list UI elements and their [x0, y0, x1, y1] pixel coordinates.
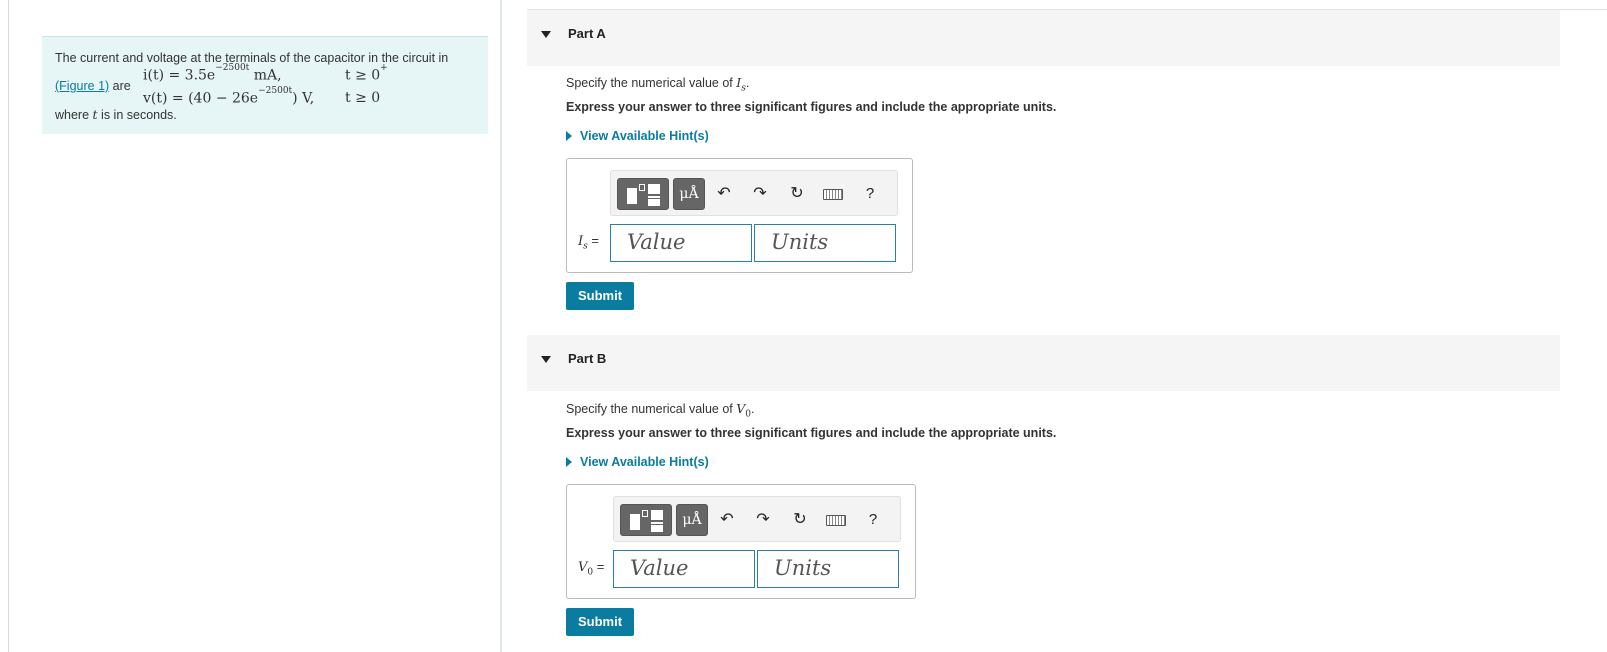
reset-icon[interactable]: ↻: [786, 183, 808, 205]
math-toolbar: μÅ ↶ ↷ ↻ ?: [613, 496, 901, 542]
units-symbols-button[interactable]: μÅ: [673, 178, 705, 210]
pane-divider: [500, 0, 502, 652]
undo-icon[interactable]: ↶: [713, 183, 735, 205]
part-a-value-input[interactable]: Value: [610, 224, 752, 262]
collapse-triangle-icon[interactable]: [541, 356, 551, 363]
part-b-specify: Specify the numerical value of V0.: [566, 401, 755, 420]
part-a-specify: Specify the numerical value of Is.: [566, 75, 750, 94]
part-b-answer-box: μÅ ↶ ↷ ↻ ? V0 = Value Units: [566, 484, 916, 599]
units-symbols-button[interactable]: μÅ: [676, 504, 708, 536]
part-a-hint-toggle[interactable]: View Available Hint(s): [566, 129, 709, 143]
problem-outro: where t is in seconds.: [55, 107, 177, 122]
current-condition: t ≥ 0+: [345, 63, 388, 84]
keyboard-icon[interactable]: [824, 509, 848, 531]
undo-icon[interactable]: ↶: [716, 509, 738, 531]
part-a-header[interactable]: Part A: [527, 10, 1560, 66]
part-b-instructions: Express your answer to three significant…: [566, 426, 1057, 440]
problem-figure-line: (Figure 1) are: [55, 79, 131, 93]
part-b-header[interactable]: Part B: [527, 335, 1560, 391]
figure-link[interactable]: (Figure 1): [55, 79, 109, 93]
part-b-submit-button[interactable]: Submit: [566, 608, 634, 636]
part-b-units-input[interactable]: Units: [757, 550, 899, 588]
part-a-answer-label: Is =: [578, 233, 599, 252]
part-b-hint-toggle[interactable]: View Available Hint(s): [566, 455, 709, 469]
keyboard-icon[interactable]: [821, 183, 845, 205]
redo-icon[interactable]: ↷: [749, 183, 771, 205]
part-b-title: Part B: [568, 351, 607, 366]
left-border: [8, 0, 9, 652]
help-button[interactable]: ?: [862, 509, 884, 531]
part-b-answer-label: V0 =: [578, 559, 605, 578]
are-text: are: [112, 79, 131, 93]
templates-button[interactable]: [617, 178, 669, 210]
templates-button[interactable]: [620, 504, 672, 536]
part-a-answer-box: μÅ ↶ ↷ ↻ ? Is = Value Units: [566, 158, 913, 273]
voltage-equation: v(t) = (40 − 26e−2500t) V,: [143, 86, 315, 107]
problem-intro: The current and voltage at the terminals…: [55, 51, 449, 65]
redo-icon[interactable]: ↷: [752, 509, 774, 531]
part-a-title: Part A: [568, 26, 606, 41]
problem-statement: The current and voltage at the terminals…: [42, 36, 488, 134]
part-b-value-input[interactable]: Value: [613, 550, 755, 588]
reset-icon[interactable]: ↻: [789, 509, 811, 531]
part-a-submit-button[interactable]: Submit: [566, 282, 634, 310]
current-equation: i(t) = 3.5e−2500t mA,: [143, 63, 282, 84]
expand-triangle-icon: [566, 131, 572, 141]
collapse-triangle-icon[interactable]: [541, 31, 551, 38]
expand-triangle-icon: [566, 457, 572, 467]
part-a-units-input[interactable]: Units: [754, 224, 896, 262]
part-a-instructions: Express your answer to three significant…: [566, 100, 1057, 114]
help-button[interactable]: ?: [859, 183, 881, 205]
voltage-condition: t ≥ 0: [345, 90, 381, 106]
math-toolbar: μÅ ↶ ↷ ↻ ?: [610, 170, 898, 216]
